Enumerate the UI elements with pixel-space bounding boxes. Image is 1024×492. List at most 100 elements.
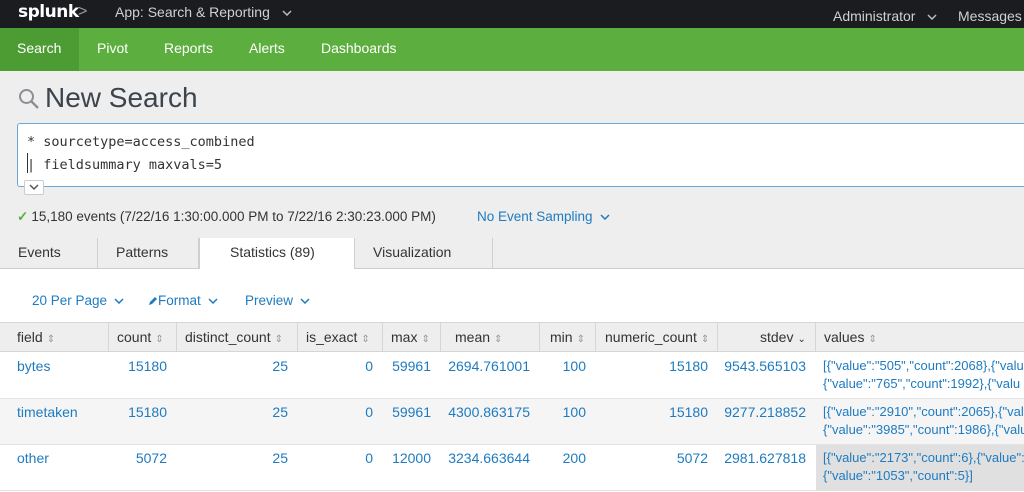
tab-patterns[interactable]: Patterns [98, 238, 199, 269]
cell-distinct-count[interactable]: 25 [177, 353, 298, 399]
column-label: max [391, 329, 418, 345]
cell-numeric-count[interactable]: 15180 [596, 399, 718, 445]
cell-min[interactable]: 100 [540, 353, 596, 399]
column-label: stdev [760, 329, 794, 345]
top-bar: splunk > App: Search & Reporting Adminis… [0, 0, 1024, 28]
sort-icon: ⇕ [421, 334, 430, 345]
cell-is-exact[interactable]: 0 [298, 445, 383, 491]
cell-numeric-count[interactable]: 5072 [596, 445, 718, 491]
column-label: numeric_count [605, 329, 697, 345]
cell-values[interactable]: [{"value":"2173","count":6},{"value": {"… [816, 445, 1024, 491]
user-menu[interactable]: Administrator [833, 8, 937, 24]
preview-label: Preview [245, 293, 294, 308]
cell-count[interactable]: 15180 [109, 353, 177, 399]
nav-dashboards[interactable]: Dashboards [321, 28, 397, 71]
sampling-label: No Event Sampling [477, 209, 593, 224]
nav-alerts[interactable]: Alerts [249, 28, 285, 71]
values-line: [{"value":"2173","count":6},{"value": [823, 450, 1024, 465]
column-header-field[interactable]: field ⇕ [0, 323, 109, 351]
values-line: {"value":"765","count":1992},{"valu [823, 376, 1021, 391]
chevron-down-icon [114, 298, 124, 305]
tab-events[interactable]: Events [0, 238, 98, 269]
app-label: App: Search & Reporting [115, 4, 270, 20]
app-menu[interactable]: App: Search & Reporting [115, 4, 292, 20]
event-count-text: 15,180 events (7/22/16 1:30:00.000 PM to… [31, 209, 436, 224]
column-header-count[interactable]: count ⇕ [109, 323, 177, 351]
cell-count[interactable]: 15180 [109, 399, 177, 445]
chevron-down-icon [208, 298, 218, 305]
tab-statistics[interactable]: Statistics (89) [199, 238, 355, 270]
table-row: bytes 15180 25 0 59961 2694.761001 100 1… [0, 353, 1024, 399]
cell-is-exact[interactable]: 0 [298, 399, 383, 445]
per-page-label: 20 Per Page [32, 293, 108, 308]
query-line-2: | fieldsummary maxvals=5 [27, 157, 223, 173]
cell-distinct-count[interactable]: 25 [177, 399, 298, 445]
cell-mean[interactable]: 2694.761001 [441, 353, 540, 399]
cell-is-exact[interactable]: 0 [298, 353, 383, 399]
page-title: New Search [45, 82, 198, 113]
column-header-is-exact[interactable]: is_exact ⇕ [298, 323, 383, 351]
cell-stdev[interactable]: 9277.218852 [718, 399, 816, 445]
expand-query-button[interactable] [24, 180, 44, 195]
cell-mean[interactable]: 3234.663644 [441, 445, 540, 491]
cell-mean[interactable]: 4300.863175 [441, 399, 540, 445]
values-line: {"value":"3985","count":1986},{"valu [823, 422, 1024, 437]
cell-values[interactable]: [{"value":"2910","count":2065},{"val {"v… [816, 399, 1024, 445]
nav-search[interactable]: Search [0, 28, 79, 71]
sort-icon: ⇕ [700, 334, 710, 345]
sort-icon: ⇕ [576, 334, 585, 345]
column-label: is_exact [306, 329, 358, 345]
values-line: {"value":"1053","count":5}] [823, 468, 973, 483]
cell-values[interactable]: [{"value":"505","count":2068},{"valu {"v… [816, 353, 1024, 399]
column-label: mean [455, 329, 491, 345]
sort-icon: ⇕ [46, 334, 56, 345]
chevron-down-icon [600, 214, 610, 221]
values-line: [{"value":"2910","count":2065},{"val [823, 404, 1024, 419]
preview-dropdown[interactable]: Preview [245, 293, 310, 308]
column-header-mean[interactable]: mean ⇕ [441, 323, 540, 351]
chevron-down-icon [282, 10, 292, 17]
splunk-logo[interactable]: splunk [18, 2, 79, 22]
event-sampling-dropdown[interactable]: No Event Sampling [477, 209, 610, 224]
column-header-max[interactable]: max ⇕ [383, 323, 441, 351]
cell-field[interactable]: bytes [0, 353, 109, 399]
chevron-down-icon [300, 298, 310, 305]
format-dropdown[interactable]: Format [148, 293, 218, 308]
column-label: field [17, 329, 43, 345]
pencil-icon [149, 297, 157, 306]
per-page-dropdown[interactable]: 20 Per Page [32, 293, 124, 308]
sort-icon: ⇕ [361, 334, 370, 345]
cell-max[interactable]: 59961 [383, 353, 441, 399]
app-nav-bar: Search Pivot Reports Alerts Dashboards [0, 28, 1024, 71]
cell-distinct-count[interactable]: 25 [177, 445, 298, 491]
cell-min[interactable]: 200 [540, 445, 596, 491]
messages-menu[interactable]: Messages [958, 8, 1022, 24]
tab-visualization[interactable]: Visualization [355, 238, 493, 269]
cell-count[interactable]: 5072 [109, 445, 177, 491]
column-header-stdev[interactable]: stdev ⌄ [718, 323, 816, 351]
cell-stdev[interactable]: 9543.565103 [718, 353, 816, 399]
sort-icon: ⇕ [868, 334, 877, 345]
cell-stdev[interactable]: 2981.627818 [718, 445, 816, 491]
cell-max[interactable]: 59961 [383, 399, 441, 445]
logo-chevron: > [78, 3, 88, 20]
cell-min[interactable]: 100 [540, 399, 596, 445]
column-header-values[interactable]: values ⇕ [816, 323, 1024, 351]
cell-field[interactable]: timetaken [0, 399, 109, 445]
results-tabs: Events Patterns Statistics (89) Visualiz… [0, 238, 1024, 270]
chevron-down-icon [29, 184, 39, 191]
column-header-min[interactable]: min ⇕ [540, 323, 596, 351]
nav-reports[interactable]: Reports [164, 28, 213, 71]
nav-pivot[interactable]: Pivot [97, 28, 128, 71]
query-line-1: * sourcetype=access_combined [27, 134, 255, 150]
sort-icon: ⇕ [155, 334, 164, 345]
column-label: min [550, 329, 573, 345]
column-header-distinct-count[interactable]: distinct_count ⇕ [177, 323, 298, 351]
chevron-down-icon [927, 14, 937, 21]
cell-field[interactable]: other [0, 445, 109, 491]
cell-numeric-count[interactable]: 15180 [596, 353, 718, 399]
column-header-numeric-count[interactable]: numeric_count ⇕ [596, 323, 718, 351]
search-query-input[interactable]: * sourcetype=access_combined | fieldsumm… [17, 123, 1024, 187]
sort-descending-icon: ⌄ [797, 334, 806, 345]
cell-max[interactable]: 12000 [383, 445, 441, 491]
